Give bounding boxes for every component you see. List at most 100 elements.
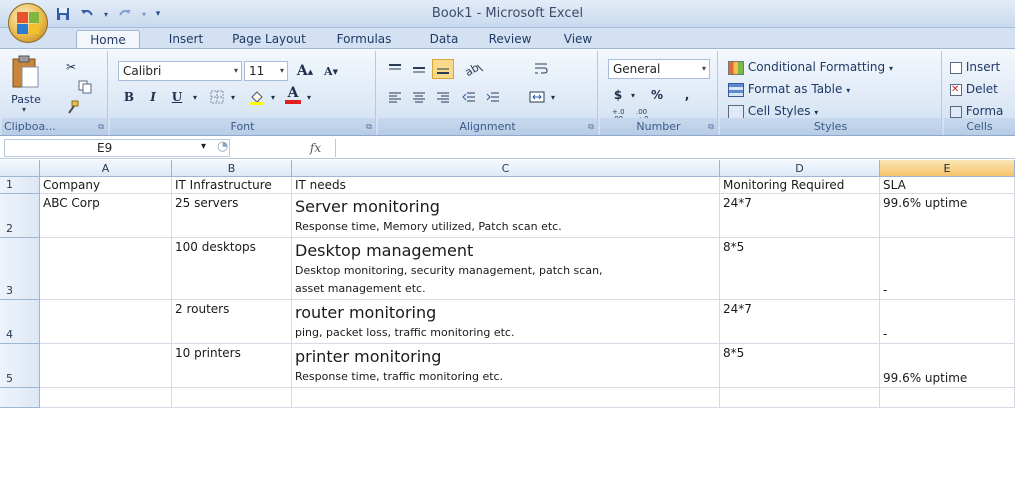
cell-text: IT needs: [295, 178, 346, 192]
row-header[interactable]: [0, 388, 40, 408]
row-header[interactable]: 1: [0, 177, 40, 194]
cell-e2[interactable]: 99.6% uptime: [880, 194, 1015, 238]
name-box[interactable]: E9 ▾ ◔: [4, 139, 230, 157]
align-top-icon[interactable]: [384, 59, 406, 79]
cell-b2[interactable]: 25 servers: [172, 194, 292, 238]
merge-dropdown-icon[interactable]: ▾: [548, 87, 558, 107]
tab-data[interactable]: Data: [422, 30, 466, 48]
borders-icon[interactable]: [206, 87, 228, 107]
cell-d5[interactable]: 8*5: [720, 344, 880, 388]
shrink-font-button[interactable]: A ▼: [320, 61, 342, 81]
insert-cells-button[interactable]: Insert: [950, 57, 1000, 77]
column-header-e[interactable]: E: [880, 160, 1015, 177]
select-all-corner[interactable]: [0, 160, 40, 177]
cell-a6[interactable]: [40, 388, 172, 408]
percent-button[interactable]: %: [646, 85, 668, 105]
merge-center-icon[interactable]: [526, 87, 548, 107]
cell-e6[interactable]: [880, 388, 1015, 408]
cell-b6[interactable]: [172, 388, 292, 408]
grow-font-button[interactable]: A ▲: [294, 61, 316, 81]
cell-d4[interactable]: 24*7: [720, 300, 880, 344]
cell-b1[interactable]: IT Infrastructure: [172, 177, 292, 194]
cell-a4[interactable]: [40, 300, 172, 344]
tab-view[interactable]: View: [556, 30, 600, 48]
cell-c5[interactable]: printer monitoring Response time, traffi…: [292, 344, 720, 388]
currency-button[interactable]: $: [610, 85, 626, 105]
row-header[interactable]: 3: [0, 238, 40, 300]
insert-function-button[interactable]: fx: [296, 139, 336, 157]
conditional-formatting-button[interactable]: Conditional Formatting ▾: [728, 57, 893, 77]
column-header-a[interactable]: A: [40, 160, 172, 177]
align-center-icon[interactable]: [408, 87, 430, 107]
cell-d2[interactable]: 24*7: [720, 194, 880, 238]
cell-b5[interactable]: 10 printers: [172, 344, 292, 388]
cell-b4[interactable]: 2 routers: [172, 300, 292, 344]
font-name-box[interactable]: Calibri ▾: [118, 61, 242, 81]
cell-a5[interactable]: [40, 344, 172, 388]
align-right-icon[interactable]: [432, 87, 454, 107]
cell-d1[interactable]: Monitoring Required: [720, 177, 880, 194]
cell-c2[interactable]: Server monitoring Response time, Memory …: [292, 194, 720, 238]
number-format-box[interactable]: General ▾: [608, 59, 710, 79]
name-box-dropdown-icon[interactable]: ▾: [201, 141, 206, 152]
increase-indent-icon[interactable]: [482, 87, 504, 107]
number-launcher-icon[interactable]: ⧉: [708, 122, 714, 132]
wrap-text-icon[interactable]: [530, 59, 552, 79]
formula-input[interactable]: [337, 139, 1013, 157]
tab-formulas[interactable]: Formulas: [326, 30, 402, 48]
bold-button[interactable]: B: [118, 87, 140, 107]
cell-a1[interactable]: Company: [40, 177, 172, 194]
font-color-dropdown-icon[interactable]: ▾: [304, 87, 314, 107]
currency-dropdown-icon[interactable]: ▾: [628, 85, 638, 105]
tab-page-layout[interactable]: Page Layout: [225, 30, 313, 48]
fill-color-icon[interactable]: [246, 87, 268, 107]
comma-button[interactable]: ,: [676, 85, 698, 105]
copy-icon[interactable]: [74, 77, 96, 97]
row-header[interactable]: 5: [0, 344, 40, 388]
cell-e3[interactable]: -: [880, 238, 1015, 300]
align-left-icon[interactable]: [384, 87, 406, 107]
cell-a3[interactable]: [40, 238, 172, 300]
tab-insert[interactable]: Insert: [160, 30, 212, 48]
cut-icon[interactable]: ✂: [60, 57, 82, 77]
office-button[interactable]: [8, 3, 48, 43]
fill-color-dropdown-icon[interactable]: ▾: [268, 87, 278, 107]
underline-button[interactable]: U: [166, 87, 188, 107]
row-header[interactable]: 4: [0, 300, 40, 344]
conditional-formatting-icon: [728, 60, 744, 75]
cell-e1[interactable]: SLA: [880, 177, 1015, 194]
orientation-icon[interactable]: ab: [460, 59, 488, 79]
cell-c1[interactable]: IT needs: [292, 177, 720, 194]
cell-e5[interactable]: 99.6% uptime: [880, 344, 1015, 388]
column-header-d[interactable]: D: [720, 160, 880, 177]
decrease-indent-icon[interactable]: [458, 87, 480, 107]
cell-c4[interactable]: router monitoring ping, packet loss, tra…: [292, 300, 720, 344]
paste-button[interactable]: Paste ▾: [8, 53, 44, 114]
font-launcher-icon[interactable]: ⧉: [366, 122, 372, 132]
cell-a2[interactable]: ABC Corp: [40, 194, 172, 238]
format-as-table-button[interactable]: Format as Table ▾: [728, 79, 850, 99]
font-size-box[interactable]: 11 ▾: [244, 61, 288, 81]
cell-b3[interactable]: 100 desktops: [172, 238, 292, 300]
tab-review[interactable]: Review: [482, 30, 538, 48]
font-color-button[interactable]: A: [282, 85, 304, 105]
tab-home[interactable]: Home: [76, 30, 140, 48]
format-painter-icon[interactable]: [62, 97, 84, 117]
borders-dropdown-icon[interactable]: ▾: [228, 87, 238, 107]
cell-c3[interactable]: Desktop management Desktop monitoring, s…: [292, 238, 720, 300]
column-header-c[interactable]: C: [292, 160, 720, 177]
underline-dropdown-icon[interactable]: ▾: [190, 87, 200, 107]
italic-button[interactable]: I: [142, 87, 164, 107]
align-middle-icon[interactable]: [408, 59, 430, 79]
row-header[interactable]: 2: [0, 194, 40, 238]
delete-cells-button[interactable]: ✕ Delet: [950, 79, 998, 99]
cell-d3[interactable]: 8*5: [720, 238, 880, 300]
clipboard-launcher-icon[interactable]: ⧉: [98, 122, 104, 132]
cell-e4[interactable]: -: [880, 300, 1015, 344]
cell-d6[interactable]: [720, 388, 880, 408]
align-bottom-icon[interactable]: [432, 59, 454, 79]
column-header-b[interactable]: B: [172, 160, 292, 177]
cell-c6[interactable]: [292, 388, 720, 408]
cell-title-text: Server monitoring: [295, 197, 440, 216]
alignment-launcher-icon[interactable]: ⧉: [588, 122, 594, 132]
